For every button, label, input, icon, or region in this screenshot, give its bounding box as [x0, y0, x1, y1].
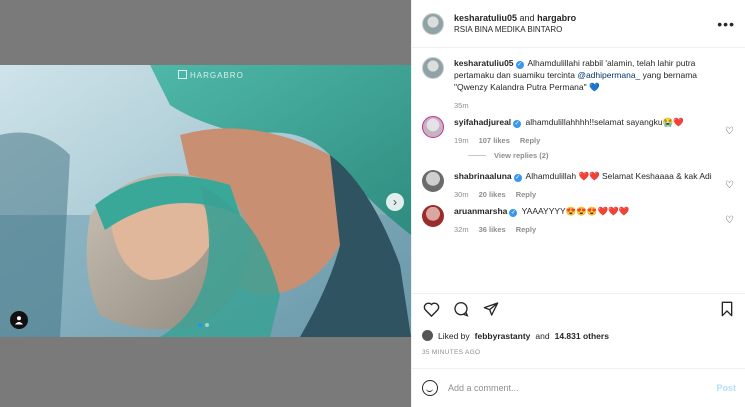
coauthor-link[interactable]: hargabro: [537, 13, 576, 23]
caption-time[interactable]: 35m: [454, 101, 469, 110]
bookmark-icon[interactable]: [718, 301, 736, 321]
caption-user[interactable]: kesharatuliu05: [454, 58, 514, 68]
view-replies-line: [468, 155, 486, 156]
avatar[interactable]: [422, 330, 433, 341]
carousel-dots: [198, 323, 209, 327]
comment-content: Alhamdulillah ❤️❤️ Selamat Keshaaaa & ka…: [525, 171, 712, 181]
likes-count[interactable]: 14.831 others: [555, 331, 609, 341]
comment-likes[interactable]: 107 likes: [479, 136, 510, 145]
carousel-dot-active: [198, 323, 202, 327]
caption: kesharatuliu05 ✓ Alhamdulillahi rabbil 'a…: [422, 57, 736, 110]
post-timestamp[interactable]: 35 MINUTES AGO: [422, 349, 480, 356]
verified-icon: ✓: [513, 174, 522, 182]
comment-time[interactable]: 30m: [454, 190, 469, 199]
comment-item: shabrinaaluna ✓ Alhamdulillah ❤️❤️ Selama…: [422, 170, 736, 199]
reply-button[interactable]: Reply: [516, 190, 536, 199]
verified-icon: ✓: [513, 120, 522, 128]
caption-mention[interactable]: @adhipermana_: [577, 70, 640, 80]
comment-text: aruanmarsha ✓ YAAAYYYY😍😍😍❤️❤️❤️: [454, 205, 718, 217]
comment-item: syifahadjureal ✓ alhamdulillahhhh!!selama…: [422, 116, 736, 145]
reply-button[interactable]: Reply: [520, 136, 540, 145]
view-replies-button[interactable]: View replies (2): [468, 151, 736, 160]
comment-meta: 32m 36 likes Reply: [454, 225, 718, 234]
avatar[interactable]: [422, 12, 444, 35]
comment-time[interactable]: 19m: [454, 136, 469, 145]
comment-body: shabrinaaluna ✓ Alhamdulillah ❤️❤️ Selama…: [454, 170, 736, 199]
comment-text: syifahadjureal ✓ alhamdulillahhhh!!selama…: [454, 116, 718, 128]
comment-input[interactable]: [448, 383, 717, 393]
add-comment-bar: Post: [412, 368, 745, 407]
post-actions: [412, 293, 745, 327]
avatar[interactable]: [422, 205, 444, 227]
emoji-icon[interactable]: [422, 380, 438, 396]
comment-body: syifahadjureal ✓ alhamdulillahhhh!!selama…: [454, 116, 736, 145]
post-photo[interactable]: HARGABRO ›: [0, 65, 411, 337]
comment-meta: 19m 107 likes Reply: [454, 136, 718, 145]
caption-text: kesharatuliu05 ✓ Alhamdulillahi rabbil 'a…: [454, 57, 718, 93]
caption-body: kesharatuliu05 ✓ Alhamdulillahi rabbil 'a…: [454, 57, 736, 110]
verified-icon: ✓: [509, 209, 518, 217]
author-link[interactable]: kesharatuliu05: [454, 13, 517, 23]
comment-meta: 30m 20 likes Reply: [454, 190, 718, 199]
likes-joiner: and: [535, 330, 550, 341]
photo-image: [0, 65, 411, 337]
avatar[interactable]: [422, 57, 444, 79]
comment-item: aruanmarsha ✓ YAAAYYYY😍😍😍❤️❤️❤️ 32m 36 li…: [422, 205, 736, 234]
share-icon[interactable]: [482, 301, 500, 321]
likes-prefix: Liked by: [438, 330, 470, 341]
authors-joiner: and: [519, 13, 535, 23]
post-header: kesharatuliu05 and hargabro RSIA BINA ME…: [412, 0, 745, 48]
view-replies-label[interactable]: View replies (2): [494, 151, 548, 160]
post-button[interactable]: Post: [716, 383, 736, 393]
verified-icon: ✓: [515, 61, 524, 69]
comment-content: YAAAYYYY😍😍😍❤️❤️❤️: [521, 206, 630, 216]
comment-heart-icon[interactable]: ♡: [725, 126, 734, 137]
comment-content: alhamdulillahhhh!!selamat sayangku😭❤️: [525, 117, 684, 127]
comment-user[interactable]: shabrinaaluna: [454, 171, 512, 181]
avatar[interactable]: [422, 116, 444, 138]
comment-text: shabrinaaluna ✓ Alhamdulillah ❤️❤️ Selama…: [454, 170, 718, 182]
post-authors: kesharatuliu05 and hargabro: [454, 12, 717, 24]
comment-heart-icon[interactable]: ♡: [725, 215, 734, 226]
photo-watermark: HARGABRO: [178, 70, 244, 80]
comment-heart-icon[interactable]: ♡: [725, 180, 734, 191]
location-link[interactable]: RSIA BINA MEDIKA BINTARO: [454, 24, 717, 35]
carousel-dot: [205, 323, 209, 327]
post-header-text: kesharatuliu05 and hargabro RSIA BINA ME…: [454, 12, 717, 35]
likes-summary: Liked by febbyrastanty and 14.831 others: [422, 330, 609, 341]
comment-user[interactable]: aruanmarsha: [454, 206, 507, 216]
avatar[interactable]: [422, 170, 444, 192]
caption-meta: 35m: [454, 101, 718, 110]
comment-time[interactable]: 32m: [454, 225, 469, 234]
more-icon[interactable]: •••: [717, 16, 735, 32]
next-arrow-icon[interactable]: ›: [386, 193, 404, 211]
reply-button[interactable]: Reply: [516, 225, 536, 234]
comment-icon[interactable]: [452, 301, 470, 321]
tag-icon[interactable]: [10, 311, 28, 329]
likes-user[interactable]: febbyrastanty: [475, 331, 531, 341]
comment-user[interactable]: syifahadjureal: [454, 117, 511, 127]
post-side-panel: kesharatuliu05 and hargabro RSIA BINA ME…: [411, 0, 745, 407]
comment-likes[interactable]: 36 likes: [479, 225, 506, 234]
comments-list[interactable]: kesharatuliu05 ✓ Alhamdulillahi rabbil 'a…: [412, 49, 745, 293]
comment-body: aruanmarsha ✓ YAAAYYYY😍😍😍❤️❤️❤️ 32m 36 li…: [454, 205, 736, 234]
heart-icon[interactable]: [422, 301, 440, 321]
comment-likes[interactable]: 20 likes: [479, 190, 506, 199]
